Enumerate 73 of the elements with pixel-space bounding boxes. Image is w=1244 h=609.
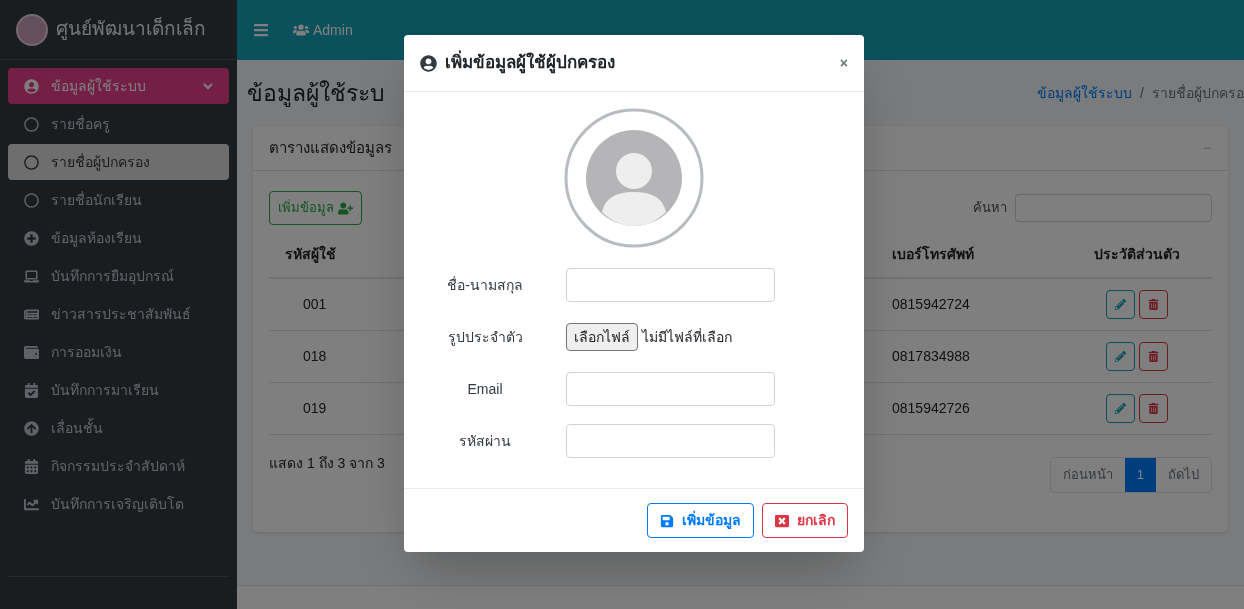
trash-icon (1148, 351, 1159, 362)
sidebar-item[interactable]: ข้อมูลห้องเรียน (8, 220, 229, 256)
delete-button[interactable] (1139, 290, 1168, 319)
add-button[interactable]: เพิ่มข้อมูล (269, 191, 362, 225)
delete-button[interactable] (1139, 342, 1168, 371)
breadcrumb-separator: / (1140, 83, 1144, 103)
calendar-check-icon (24, 382, 39, 398)
close-box-icon (775, 513, 789, 528)
sidebar-subitem[interactable]: รายชื่อนักเรียน (8, 182, 229, 218)
sidebar-item[interactable]: กิจกรรมประจำสัปดาห์ (8, 448, 229, 484)
input-field[interactable] (566, 372, 775, 406)
sidebar-item[interactable]: บันทึกการมาเรียน (8, 372, 229, 408)
laptop-icon (24, 268, 39, 284)
field-label: Email (466, 379, 504, 399)
sidebar-item[interactable]: บันทึกการเจริญเติบโต (8, 486, 229, 522)
file-status: ไม่มีไฟล์ที่เลือก (642, 327, 732, 347)
password-field[interactable] (566, 424, 775, 458)
sidebar-subitem[interactable]: รายชื่อผู้ปกครอง (8, 144, 229, 180)
field-label: ชื่อ-นามสกุล (446, 275, 524, 296)
menu-icon[interactable] (253, 22, 269, 38)
column-header: ประวัติส่วนตัว (1093, 244, 1181, 264)
edit-button[interactable] (1106, 290, 1135, 319)
table-cell-text: 001 (302, 295, 328, 314)
input-field[interactable] (566, 268, 775, 302)
pencil-icon (1115, 299, 1126, 310)
column-header: เบอร์โทรศัพท์ (892, 244, 975, 264)
choose-file-button[interactable]: เลือกไฟล์ (566, 323, 638, 351)
user-plus-icon (338, 200, 353, 216)
save-button[interactable]: เพิ่มข้อมูล (647, 503, 754, 538)
edit-button[interactable] (1106, 342, 1135, 371)
sidebar-item[interactable]: ข้อมูลผู้ใช้ระบบ (8, 68, 229, 104)
save-icon (660, 513, 674, 528)
page-button[interactable]: ก่อนหน้า (1050, 458, 1125, 492)
modal-title: เพิ่มข้อมูลผู้ใช้ผู้ปกครอง (445, 50, 615, 76)
sidebar-item[interactable]: ข่าวสารประชาสัมพันธ์ (8, 296, 229, 332)
wallet-icon (24, 344, 39, 360)
table-cell-text: 019 (302, 399, 328, 418)
search-label: ค้นหา (973, 199, 1007, 218)
table-cell-text: 018 (302, 347, 328, 366)
table-cell-text: 0815942724 (892, 295, 971, 314)
page-title: ข้อมูลผู้ใช้ระบ (247, 78, 385, 109)
field-label: รหัสผ่าน (458, 431, 512, 451)
avatar-icon (564, 108, 704, 248)
chart-icon (24, 496, 39, 512)
pencil-icon (1115, 403, 1126, 414)
breadcrumb-current: รายชื่อผู้ปกครอ (1152, 83, 1244, 104)
search-field[interactable] (1015, 194, 1212, 222)
close-button[interactable]: × (839, 52, 848, 74)
table-cell-text: 0817834988 (892, 347, 971, 366)
field-label: รูปประจำตัว (446, 327, 524, 348)
brand-name[interactable]: ศูนย์พัฒนาเด็กเล็ก (56, 15, 206, 44)
sidebar-subitem[interactable]: รายชื่อครู (8, 106, 229, 142)
logo-icon (16, 13, 48, 46)
user-menu[interactable]: Admin (293, 19, 353, 41)
table-info: แสดง 1 ถึง 3 จาก 3 (269, 454, 385, 473)
trash-icon (1148, 403, 1159, 414)
page-button[interactable]: ถัดไป (1156, 458, 1211, 492)
column-header: รหัสผู้ใช้ (284, 244, 337, 265)
table-cell-text: 0815942726 (892, 399, 971, 418)
edit-button[interactable] (1106, 394, 1135, 423)
breadcrumb-link[interactable]: ข้อมูลผู้ใช้ระบบ (1037, 82, 1133, 104)
sidebar-item[interactable]: การออมเงิน (8, 334, 229, 370)
cancel-button[interactable]: ยกเลิก (762, 503, 848, 538)
users-icon (293, 22, 309, 38)
pencil-icon (1115, 351, 1126, 362)
trash-icon (1148, 299, 1159, 310)
collapse-button[interactable]: − (1203, 136, 1212, 160)
card-title: ตารางแสดงข้อมูลร (269, 137, 392, 159)
page-button[interactable]: 1 (1124, 458, 1156, 492)
sidebar-item[interactable]: บันทึกการยืมอุปกรณ์ (8, 258, 229, 294)
delete-button[interactable] (1139, 394, 1168, 423)
calendar-icon (24, 458, 39, 474)
sidebar-item[interactable]: เลื่อนชั้น (8, 410, 229, 446)
